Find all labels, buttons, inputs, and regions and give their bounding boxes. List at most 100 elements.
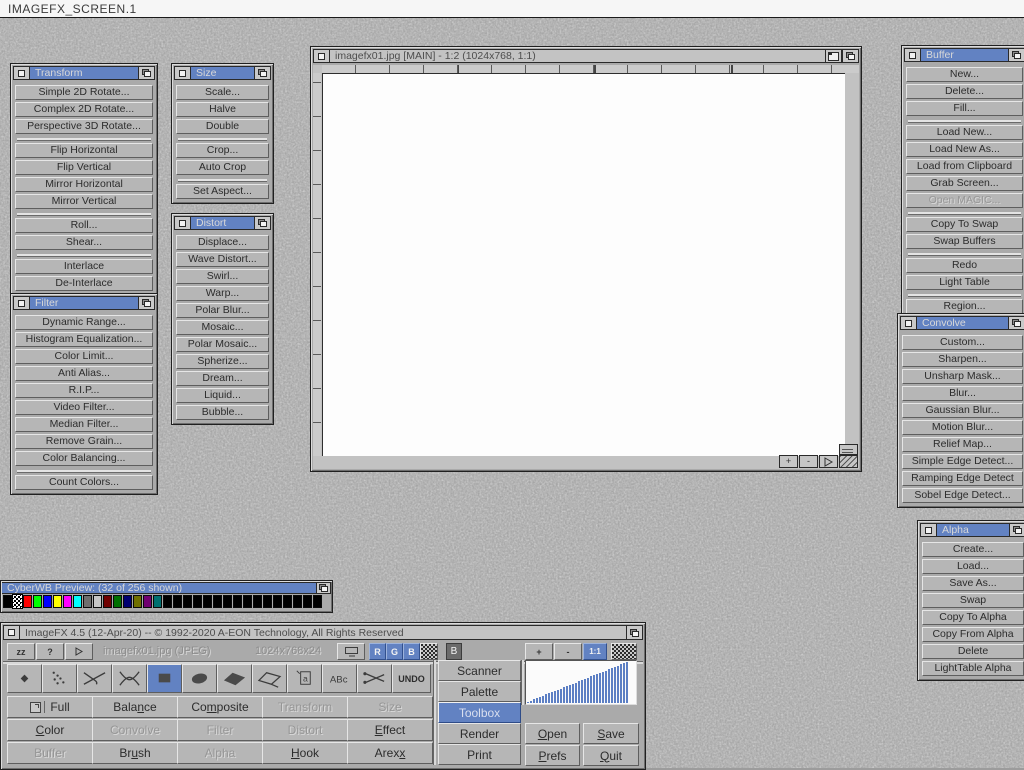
fill-button[interactable]: Fill... [906,101,1023,116]
close-icon[interactable] [174,66,191,80]
swap-button[interactable]: Swap [922,593,1024,608]
video-filter-button[interactable]: Video Filter... [15,400,153,415]
copy-to-alpha-button[interactable]: Copy To Alpha [922,610,1024,625]
load-button[interactable]: Load... [922,559,1024,574]
palette-swatch[interactable] [93,595,102,608]
palette-swatch[interactable] [293,595,302,608]
balance-button[interactable]: Balance [92,696,178,718]
transform-button[interactable]: Transform [262,696,348,718]
palette-swatch[interactable] [313,595,322,608]
palette-swatch[interactable] [273,595,282,608]
light-table-button[interactable]: Light Table [906,275,1023,290]
interlace-button[interactable]: Interlace [15,259,153,274]
scanner-button[interactable]: Scanner [438,660,521,681]
resize-handle-icon[interactable] [839,455,858,468]
palette-swatch[interactable] [23,595,32,608]
mirror-horizontal-button[interactable]: Mirror Horizontal [15,177,153,192]
zoom-gadget-icon[interactable] [825,49,842,63]
create-button[interactable]: Create... [922,542,1024,557]
swap-buffers-button[interactable]: Swap Buffers [906,234,1023,249]
flip-horizontal-button[interactable]: Flip Horizontal [15,143,153,158]
gaussian-blur-button[interactable]: Gaussian Blur... [902,403,1023,418]
palette-swatch[interactable] [243,595,252,608]
buffer-button[interactable]: Buffer [7,742,93,764]
palette-swatch[interactable] [283,595,292,608]
palette-swatch[interactable] [103,595,112,608]
r-i-p-button[interactable]: R.I.P... [15,383,153,398]
blue-channel-button[interactable]: B [403,643,420,660]
de-interlace-button[interactable]: De-Interlace [15,276,153,291]
green-channel-button[interactable]: G [386,643,403,660]
play-arexx-icon[interactable] [65,643,93,660]
double-button[interactable]: Double [176,119,269,134]
open-magic-button[interactable]: Open MAGIC... [906,193,1023,208]
palette-swatch[interactable] [153,595,162,608]
mirror-vertical-button[interactable]: Mirror Vertical [15,194,153,209]
depth-icon[interactable] [1009,523,1024,537]
red-channel-button[interactable]: R [369,643,386,660]
halve-button[interactable]: Halve [176,102,269,117]
ramping-edge-detect-button[interactable]: Ramping Edge Detect [902,471,1023,486]
histogram-equalization-button[interactable]: Histogram Equalization... [15,332,153,347]
motion-blur-button[interactable]: Motion Blur... [902,420,1023,435]
palette-swatch[interactable] [163,595,172,608]
remove-grain-button[interactable]: Remove Grain... [15,434,153,449]
close-icon[interactable] [313,49,330,63]
help-button[interactable]: ? [36,643,64,660]
knife-tool-button[interactable] [77,664,112,693]
palette-swatch[interactable] [73,595,82,608]
full-button[interactable]: Full [7,696,93,718]
size-button[interactable]: Size [347,696,433,718]
hook-button[interactable]: Hook [262,742,348,764]
delete-button[interactable]: Delete [922,644,1024,659]
load-new-as-button[interactable]: Load New As... [906,142,1023,157]
palette-swatch[interactable] [193,595,202,608]
dot-tool-button[interactable] [7,664,42,693]
print-button[interactable]: Print [438,744,521,765]
undo-button[interactable]: UNDO [392,664,431,693]
quit-button[interactable]: Quit [583,745,639,766]
palette-swatch[interactable] [43,595,52,608]
image-window-titlebar[interactable]: imagefx01.jpg [MAIN] - 1:2 (1024x768, 1:… [330,49,825,63]
perspective-3d-rotate-button[interactable]: Perspective 3D Rotate... [15,119,153,134]
airbrush-tool-button[interactable] [42,664,77,693]
composite-button[interactable]: Composite [177,696,263,718]
depth-icon[interactable] [842,49,859,63]
median-filter-button[interactable]: Median Filter... [15,417,153,432]
displace-button[interactable]: Displace... [176,235,269,250]
freehand-polygon-tool-button[interactable] [252,664,287,693]
image-canvas[interactable] [322,73,845,456]
unsharp-mask-button[interactable]: Unsharp Mask... [902,369,1023,384]
simple-2d-rotate-button[interactable]: Simple 2D Rotate... [15,85,153,100]
relief-map-button[interactable]: Relief Map... [902,437,1023,452]
color-button[interactable]: Color [7,719,93,741]
lighttable-alpha-button[interactable]: LightTable Alpha [922,661,1024,676]
redo-button[interactable]: Redo [906,258,1023,273]
dream-button[interactable]: Dream... [176,371,269,386]
save-as-button[interactable]: Save As... [922,576,1024,591]
copy-from-alpha-button[interactable]: Copy From Alpha [922,627,1024,642]
close-icon[interactable] [13,66,30,80]
close-icon[interactable] [13,296,30,310]
palette-swatch[interactable] [223,595,232,608]
close-icon[interactable] [174,216,191,230]
depth-icon[interactable] [1008,48,1024,62]
palette-swatch[interactable] [53,595,62,608]
region-button[interactable]: Region... [906,299,1023,314]
palette-swatch[interactable] [203,595,212,608]
warp-button[interactable]: Warp... [176,286,269,301]
shear-button[interactable]: Shear... [15,235,153,250]
close-icon[interactable] [904,48,921,62]
close-icon[interactable] [900,316,917,330]
complex-2d-rotate-button[interactable]: Complex 2D Rotate... [15,102,153,117]
palette-swatch[interactable] [303,595,312,608]
sleep-button[interactable]: zz [7,643,35,660]
clone-tool-button[interactable]: a [287,664,322,693]
palette-swatch[interactable] [83,595,92,608]
palette-swatch[interactable] [263,595,272,608]
palette-swatch[interactable] [3,595,12,608]
sharpen-button[interactable]: Sharpen... [902,352,1023,367]
palette-button[interactable]: Palette [438,681,521,702]
polar-mosaic-button[interactable]: Polar Mosaic... [176,337,269,352]
curve-tool-button[interactable] [112,664,147,693]
